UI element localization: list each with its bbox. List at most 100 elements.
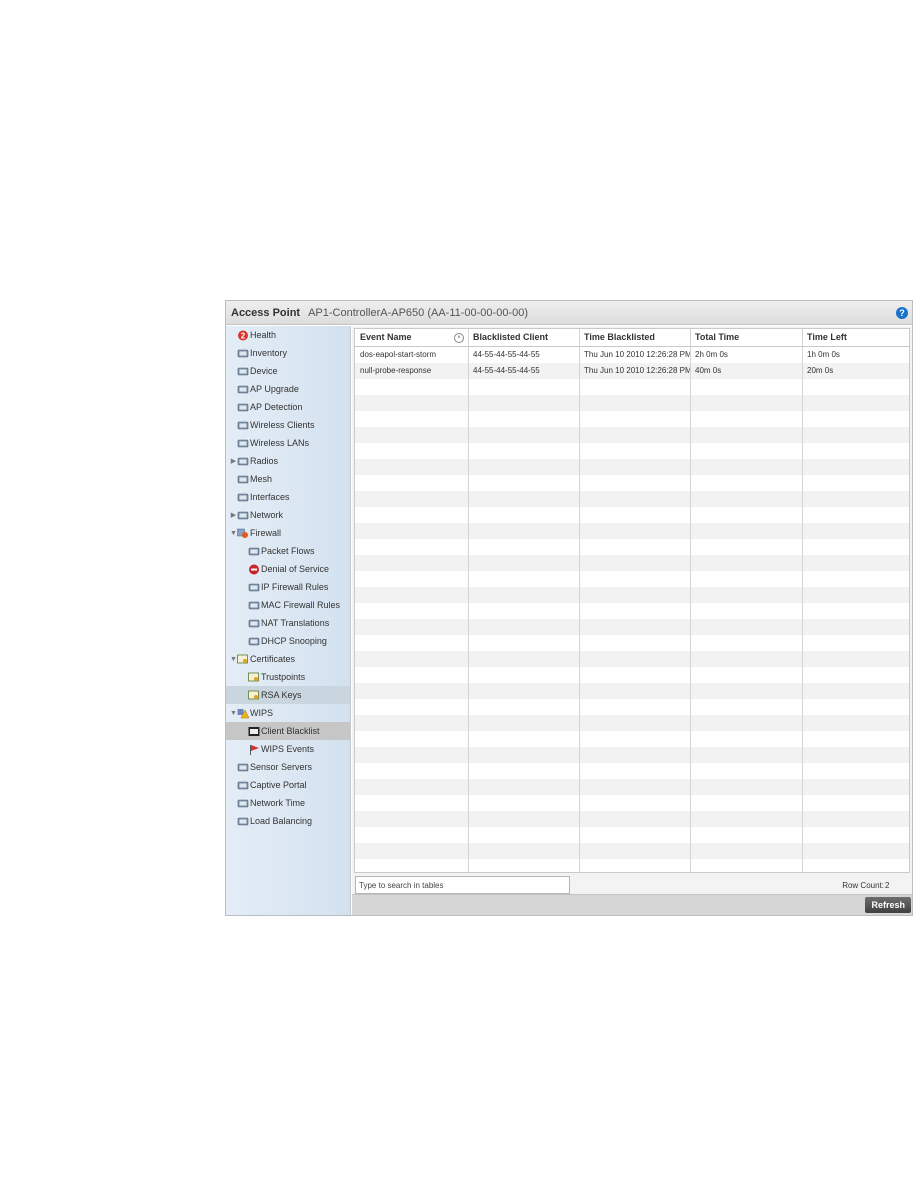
sidebar-item-ap-detection[interactable]: AP Detection [226, 398, 350, 416]
sidebar-item-load-balancing[interactable]: Load Balancing [226, 812, 350, 830]
refresh-button[interactable]: Refresh [865, 897, 911, 913]
column-header-event-name[interactable]: Event Name [355, 329, 468, 346]
collapse-arrow-icon[interactable]: ▼ [230, 656, 237, 663]
captive-portal-icon [237, 780, 249, 791]
table-cell: Thu Jun 10 2010 12:26:28 PM [584, 366, 690, 375]
empty-table-row [355, 523, 909, 539]
table-row[interactable]: null-probe-response 44-55-44-55-44-55 Thu … [355, 363, 909, 379]
empty-table-row [355, 459, 909, 475]
search-input[interactable] [355, 876, 570, 894]
wips-icon [237, 708, 249, 719]
empty-table-row [355, 395, 909, 411]
sidebar-item-label: Certificates [250, 654, 296, 664]
trustpoints-icon [248, 672, 260, 683]
client-blacklist-table: Event Name Blacklisted Client Time Blackli… [354, 328, 910, 873]
sidebar-item-wireless-clients[interactable]: Wireless Clients [226, 416, 350, 434]
client-blacklist-icon [248, 726, 260, 737]
table-cell: 40m 0s [695, 366, 722, 375]
sidebar-item-nat-translations[interactable]: NAT Translations [226, 614, 350, 632]
help-icon[interactable]: ? [896, 307, 908, 319]
empty-table-row [355, 763, 909, 779]
clear-filter-icon[interactable]: × [454, 333, 464, 343]
empty-table-row [355, 411, 909, 427]
section-label: Access Point [231, 306, 301, 319]
sidebar-item-wips-events[interactable]: WIPS Events [226, 740, 350, 758]
column-header-time-left[interactable]: Time Left [802, 329, 909, 346]
collapse-arrow-icon[interactable]: ▼ [230, 530, 237, 537]
content-area: Event Name Blacklisted Client Time Blackli… [352, 326, 912, 915]
column-header-total-time[interactable]: Total Time [690, 329, 802, 346]
packet-flows-icon [248, 546, 260, 557]
empty-table-row [355, 443, 909, 459]
sidebar-item-network[interactable]: ▶ Network [226, 506, 350, 524]
sidebar-item-wireless-lans[interactable]: Wireless LANs [226, 434, 350, 452]
sidebar-item-mac-firewall-rules[interactable]: MAC Firewall Rules [226, 596, 350, 614]
sidebar-item-firewall[interactable]: ▼ Firewall [226, 524, 350, 542]
sidebar-item-label: Wireless LANs [250, 438, 310, 448]
sidebar-item-client-blacklist[interactable]: Client Blacklist [226, 722, 350, 740]
empty-table-row [355, 747, 909, 763]
sidebar-item-ip-firewall-rules[interactable]: IP Firewall Rules [226, 578, 350, 596]
ap-upgrade-icon [237, 384, 249, 395]
sidebar-item-trustpoints[interactable]: Trustpoints [226, 668, 350, 686]
empty-table-row [355, 827, 909, 843]
empty-table-row [355, 843, 909, 859]
table-cell: 44-55-44-55-44-55 [473, 350, 540, 359]
sidebar-item-network-time[interactable]: Network Time [226, 794, 350, 812]
interfaces-icon [237, 492, 249, 503]
sidebar-item-label: NAT Translations [261, 618, 330, 628]
sidebar-item-label: Health [250, 330, 277, 340]
mesh-icon [237, 474, 249, 485]
wireless-clients-icon [237, 420, 249, 431]
load-balancing-icon [237, 816, 249, 827]
collapse-arrow-icon[interactable]: ▼ [230, 710, 237, 717]
empty-table-row [355, 699, 909, 715]
sidebar-item-radios[interactable]: ▶ Radios [226, 452, 350, 470]
sidebar-item-label: IP Firewall Rules [261, 582, 329, 592]
sidebar-item-rsa-keys[interactable]: RSA Keys [226, 686, 350, 704]
empty-table-row [355, 859, 909, 872]
empty-table-row [355, 651, 909, 667]
row-count-value: 2 [885, 881, 890, 890]
empty-table-row [355, 715, 909, 731]
expand-arrow-icon[interactable]: ▶ [230, 457, 237, 465]
sidebar-item-label: Interfaces [250, 492, 290, 502]
empty-table-row [355, 475, 909, 491]
empty-table-row [355, 683, 909, 699]
sidebar-item-health[interactable]: 2 Health [226, 326, 350, 344]
sidebar-item-mesh[interactable]: Mesh [226, 470, 350, 488]
sidebar-item-captive-portal[interactable]: Captive Portal [226, 776, 350, 794]
sidebar-item-label: Load Balancing [250, 816, 313, 826]
sidebar-item-ap-upgrade[interactable]: AP Upgrade [226, 380, 350, 398]
column-header-blacklisted-client[interactable]: Blacklisted Client [468, 329, 579, 346]
expand-arrow-icon[interactable]: ▶ [230, 511, 237, 519]
sidebar-item-label: Packet Flows [261, 546, 315, 556]
sidebar-item-certificates[interactable]: ▼ Certificates [226, 650, 350, 668]
device-icon [237, 366, 249, 377]
sensor-servers-icon [237, 762, 249, 773]
empty-table-row [355, 731, 909, 747]
sidebar-item-inventory[interactable]: Inventory [226, 344, 350, 362]
column-divider [468, 329, 469, 346]
table-cell: 20m 0s [807, 366, 834, 375]
sidebar-item-device[interactable]: Device [226, 362, 350, 380]
wips-events-icon [248, 744, 260, 755]
sidebar-item-label: DHCP Snooping [261, 636, 327, 646]
sidebar-item-label: Sensor Servers [250, 762, 313, 772]
sidebar-item-label: Network [250, 510, 284, 520]
sidebar-item-denial-of-service[interactable]: Denial of Service [226, 560, 350, 578]
firewall-icon [237, 528, 249, 539]
sidebar-item-sensor-servers[interactable]: Sensor Servers [226, 758, 350, 776]
sidebar-item-interfaces[interactable]: Interfaces [226, 488, 350, 506]
empty-table-row [355, 427, 909, 443]
column-header-time-blacklisted[interactable]: Time Blacklisted [579, 329, 690, 346]
sidebar-item-label: Firewall [250, 528, 282, 538]
sidebar-item-wips[interactable]: ▼ WIPS [226, 704, 350, 722]
sidebar-item-packet-flows[interactable]: Packet Flows [226, 542, 350, 560]
column-divider [579, 329, 580, 346]
sidebar-item-dhcp-snooping[interactable]: DHCP Snooping [226, 632, 350, 650]
column-divider [802, 347, 803, 872]
sidebar-item-label: RSA Keys [261, 690, 302, 700]
table-cell: null-probe-response [360, 366, 432, 375]
table-row[interactable]: dos-eapol-start-storm 44-55-44-55-44-55 Th… [355, 347, 909, 363]
